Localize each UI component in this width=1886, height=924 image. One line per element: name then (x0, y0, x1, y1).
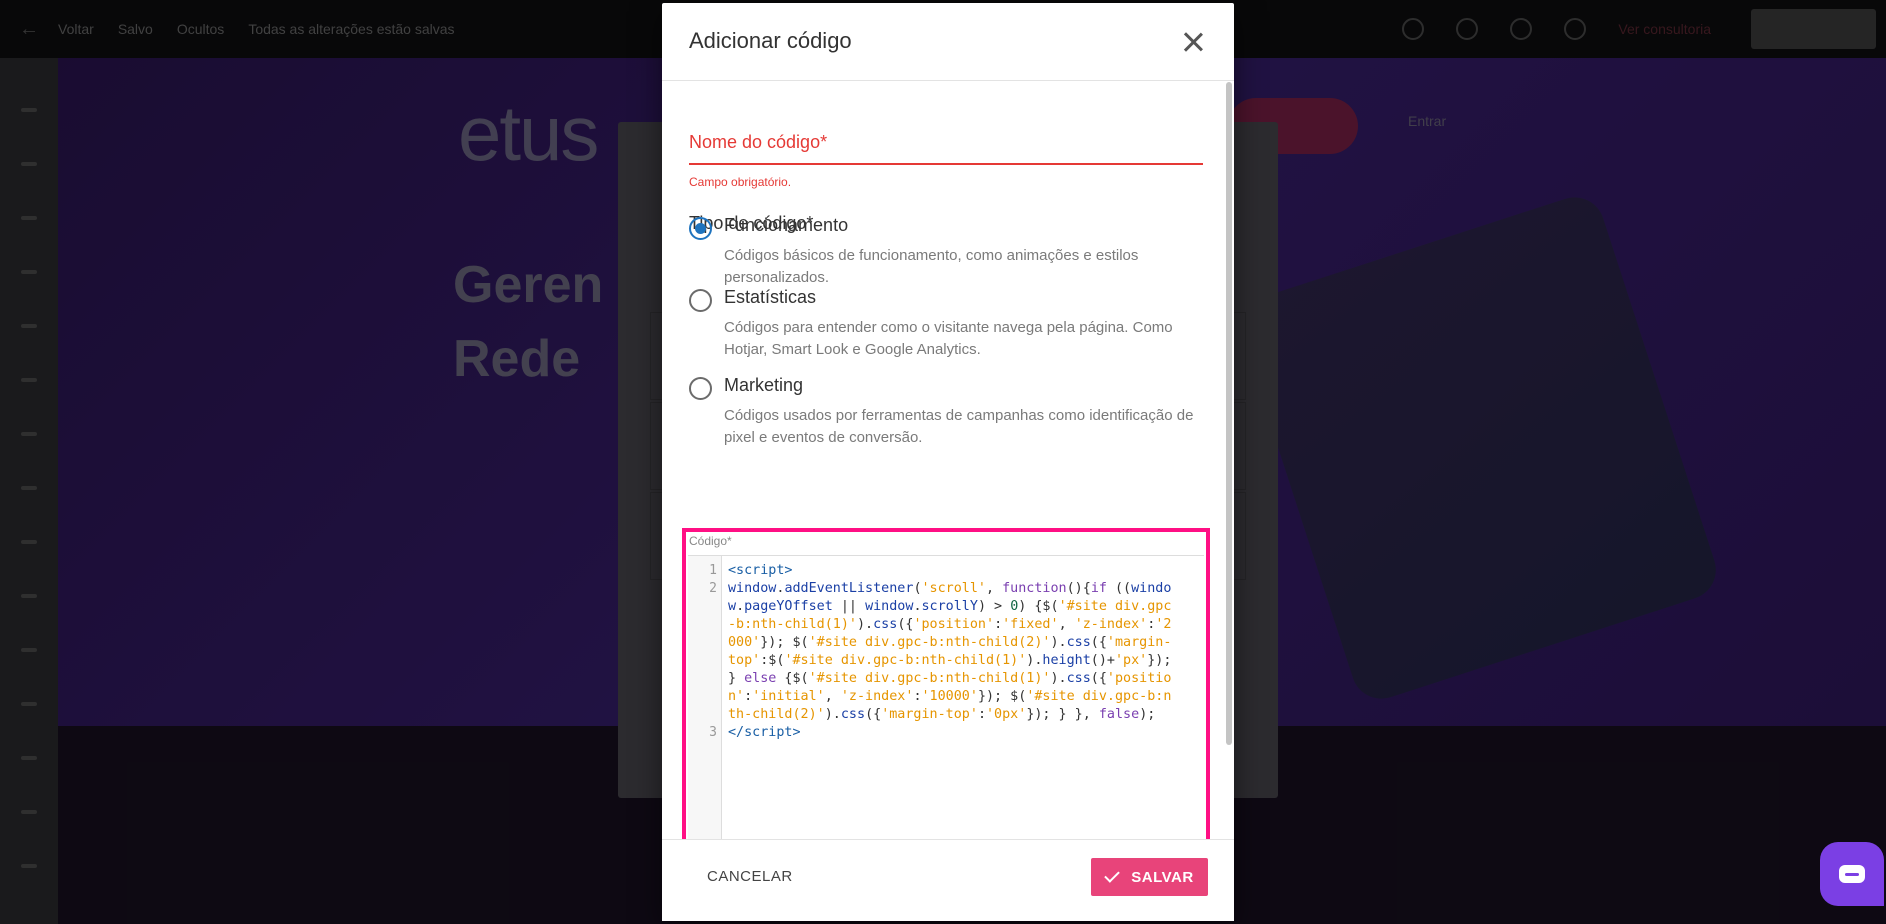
code-content[interactable]: <script> window.addEventListener('scroll… (728, 562, 1198, 742)
editor-left-toolbar (0, 58, 58, 924)
radio-button[interactable] (689, 289, 712, 312)
code-line: n':'initial', 'z-index':'10000'}); $('#s… (728, 689, 1172, 704)
radio-button[interactable] (689, 377, 712, 400)
site-login-link: Entrar (1408, 113, 1447, 129)
tool-icon[interactable] (21, 432, 37, 436)
radio-desc-estatisticas: Códigos para entender como o visitante n… (724, 319, 1173, 358)
tool-icon[interactable] (21, 702, 37, 706)
tool-icon[interactable] (21, 108, 37, 112)
radio-desc-funcionamento: Códigos básicos de funcionamento, como a… (724, 247, 1139, 286)
tool-icon[interactable] (21, 270, 37, 274)
code-line: -b:nth-child(1)').css({'position':'fixed… (728, 617, 1172, 632)
hero-illustration (1232, 189, 1724, 707)
topbar-consulting-link[interactable]: Ver consultoria (1618, 21, 1711, 37)
code-name-label: Nome do código* (689, 132, 828, 152)
chat-bubble-icon (1839, 865, 1865, 883)
radio-title-marketing: Marketing (724, 375, 804, 395)
code-line: 000'}); $('#site div.gpc-b:nth-child(2)'… (728, 635, 1172, 650)
settings-icon[interactable] (1510, 18, 1533, 40)
code-line: <script> (728, 563, 793, 578)
dialog-title: Adicionar código (689, 28, 852, 53)
radio-title-funcionamento: Funcionamento (724, 215, 849, 235)
tool-icon[interactable] (21, 324, 37, 328)
save-button-label: SALVAR (1131, 868, 1194, 886)
topbar-status-label: Todas as alterações estão salvas (248, 21, 455, 37)
line-number: 2 (709, 581, 717, 596)
redo-icon[interactable] (1456, 18, 1479, 40)
topbar-back-label[interactable]: Voltar (58, 21, 94, 37)
tool-icon[interactable] (21, 810, 37, 814)
tool-icon[interactable] (21, 162, 37, 166)
close-icon[interactable] (1182, 31, 1204, 53)
tool-icon[interactable] (21, 594, 37, 598)
radio-title-estatisticas: Estatísticas (724, 287, 817, 307)
tool-icon[interactable] (21, 540, 37, 544)
tool-icon[interactable] (21, 216, 37, 220)
line-number: 3 (709, 725, 717, 740)
site-logo: etus (458, 89, 599, 177)
topbar-saved-label: Salvo (117, 21, 153, 37)
add-code-dialog: Adicionar código Nome do código* Campo o… (662, 3, 1234, 921)
code-field-highlight: Código* 1 2 3 <script> window.addEventLi… (682, 528, 1210, 842)
dialog-body: Nome do código* Campo obrigatório. Tipo … (662, 82, 1234, 842)
code-line: top':$('#site div.gpc-b:nth-child(1)').h… (728, 653, 1172, 668)
save-button[interactable]: SALVAR (1091, 858, 1208, 896)
dialog-header: Adicionar código (662, 3, 1234, 81)
check-icon (1104, 867, 1121, 883)
headline-line: Rede (453, 330, 581, 388)
tool-icon[interactable] (21, 378, 37, 382)
radio-desc-marketing: Códigos usados por ferramentas de campan… (724, 407, 1194, 446)
line-number: 1 (709, 563, 717, 578)
undo-icon[interactable] (1402, 18, 1425, 40)
tool-icon[interactable] (21, 648, 37, 652)
headline-line: Geren (453, 256, 604, 314)
code-line: window.addEventListener('scroll', functi… (728, 581, 1172, 596)
code-line: } else {$('#site div.gpc-b:nth-child(1)'… (728, 671, 1172, 686)
chat-widget-button[interactable] (1820, 842, 1884, 906)
topbar-hidden-label[interactable]: Ocultos (177, 21, 224, 37)
line-number-gutter: 1 2 3 (688, 556, 722, 842)
code-line: </script> (728, 725, 801, 740)
code-name-field[interactable]: Nome do código* (689, 127, 1203, 165)
code-line: th-child(2)').css({'margin-top':'0px'});… (728, 707, 1156, 722)
code-field-label: Código* (689, 534, 732, 548)
publish-button[interactable] (1751, 9, 1876, 49)
back-arrow-icon[interactable]: ← (0, 18, 58, 41)
tool-icon[interactable] (21, 756, 37, 760)
tool-icon[interactable] (21, 486, 37, 490)
tool-icon[interactable] (21, 864, 37, 868)
code-line: w.pageYOffset || window.scrollY) > 0) {$… (728, 599, 1172, 614)
dialog-footer: CANCELAR SALVAR (662, 839, 1234, 921)
cancel-button[interactable]: CANCELAR (707, 868, 793, 885)
radio-button-selected[interactable] (689, 217, 712, 240)
site-headline: Geren Rede (453, 248, 603, 396)
device-preview-icon[interactable] (1564, 18, 1587, 40)
code-name-error: Campo obrigatório. (689, 175, 792, 189)
code-editor[interactable]: 1 2 3 <script> window.addEventListener('… (688, 555, 1204, 842)
